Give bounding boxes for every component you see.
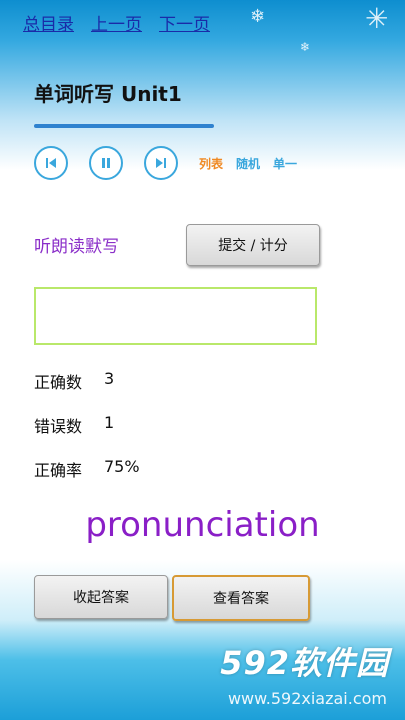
- watermark-url: www.592xiazai.com: [227, 689, 387, 708]
- nav-next-link[interactable]: 下一页: [159, 10, 210, 35]
- nav-prev-link[interactable]: 上一页: [91, 10, 142, 35]
- pause-icon: [102, 158, 110, 168]
- watermark-brand: 592软件园: [220, 644, 389, 682]
- stat-wrong-label: 错误数: [34, 417, 83, 436]
- answer-word: pronunciation: [85, 505, 320, 545]
- skip-next-button[interactable]: [144, 146, 178, 180]
- submit-score-button[interactable]: 提交 / 计分: [186, 224, 320, 266]
- mode-random-button[interactable]: 随机: [236, 155, 260, 172]
- page-title: 单词听写 Unit1: [34, 82, 182, 106]
- stat-correct-label: 正确数: [34, 373, 83, 392]
- skip-previous-icon: [46, 158, 56, 168]
- snowflake-decoration: ❄: [250, 6, 266, 27]
- skip-next-icon: [156, 158, 166, 168]
- mode-list-button[interactable]: 列表: [199, 155, 223, 172]
- playback-controls: 列表 随机 单一: [34, 146, 310, 180]
- title-underline: [34, 124, 214, 128]
- stat-rate-value: 75%: [104, 457, 140, 476]
- stat-correct-value: 3: [104, 369, 115, 388]
- snowflake-decoration: ❄: [300, 40, 311, 54]
- mode-single-button[interactable]: 单一: [273, 155, 297, 172]
- answer-input[interactable]: [34, 287, 317, 345]
- stat-correct: 正确数 3: [34, 369, 114, 393]
- stat-wrong-value: 1: [104, 413, 115, 432]
- pause-button[interactable]: [89, 146, 123, 180]
- snowflake-decoration: ✳: [365, 2, 389, 35]
- skip-previous-button[interactable]: [34, 146, 68, 180]
- watermark-logo: 592软件园: [220, 638, 389, 684]
- dictation-label: 听朗读默写: [34, 237, 119, 257]
- collapse-answer-button[interactable]: 收起答案: [34, 575, 168, 619]
- view-answer-button[interactable]: 查看答案: [172, 575, 310, 621]
- stat-rate-label: 正确率: [34, 461, 83, 480]
- stat-wrong: 错误数 1: [34, 413, 114, 437]
- top-nav: 总目录 上一页 下一页: [23, 10, 210, 35]
- stat-rate: 正确率 75%: [34, 457, 140, 481]
- nav-home-link[interactable]: 总目录: [23, 10, 74, 35]
